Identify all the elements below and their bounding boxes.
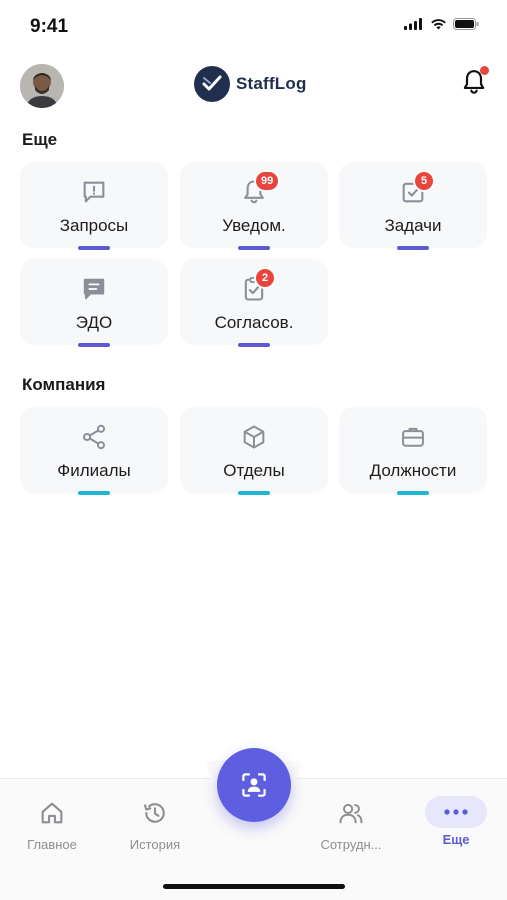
nav-label: Еще	[442, 832, 470, 847]
tile-positions[interactable]: Должности	[339, 407, 487, 495]
scan-face-button[interactable]	[217, 748, 291, 822]
tile-edo[interactable]: ЭДО	[20, 259, 168, 347]
tile-accent-bar	[238, 491, 270, 495]
nav-label: Сотрудн...	[320, 837, 382, 852]
tile-label: Запросы	[59, 216, 129, 235]
cellular-signal-icon	[404, 18, 422, 30]
tile-accent-bar	[78, 491, 110, 495]
tile-approvals[interactable]: 2 Согласов.	[180, 259, 328, 347]
notifications-count-badge: 99	[254, 170, 281, 192]
nav-item-employees[interactable]: Сотрудн...	[306, 799, 396, 852]
status-bar: 9:41	[0, 0, 507, 50]
nav-item-history[interactable]: История	[110, 799, 200, 852]
brand: StaffLog	[194, 66, 307, 102]
tile-label: Уведом.	[222, 216, 286, 235]
nav-item-home[interactable]: Главное	[7, 799, 97, 852]
status-time: 9:41	[30, 16, 69, 37]
brand-name: StaffLog	[236, 74, 307, 93]
history-clock-icon	[144, 803, 165, 823]
home-icon	[41, 802, 63, 824]
tile-branches[interactable]: Филиалы	[20, 407, 168, 495]
tile-accent-bar	[78, 343, 110, 347]
tile-label: Согласов.	[214, 313, 294, 332]
more-dots-icon	[444, 809, 468, 815]
message-lines-icon	[83, 278, 105, 300]
nav-label: Главное	[27, 837, 77, 852]
tile-label: Филиалы	[57, 461, 131, 480]
message-alert-icon	[83, 181, 105, 203]
nav-item-more[interactable]: Еще	[411, 796, 501, 847]
tile-label: Отделы	[223, 461, 285, 480]
active-nav-pill	[425, 796, 487, 828]
tile-accent-bar	[397, 491, 429, 495]
app-header: StaffLog	[0, 60, 507, 108]
users-icon	[339, 803, 363, 824]
cube-icon	[243, 425, 265, 449]
battery-icon	[453, 18, 479, 30]
tile-accent-bar	[78, 246, 110, 250]
tasks-count-badge: 5	[413, 170, 435, 192]
wifi-icon	[431, 19, 446, 30]
avatar[interactable]	[20, 64, 64, 108]
section-title-more: Еще	[22, 130, 58, 149]
tile-label: ЭДО	[75, 313, 113, 332]
tile-label: Задачи	[384, 216, 442, 235]
tile-label: Должности	[369, 461, 457, 480]
tile-accent-bar	[238, 246, 270, 250]
user-photo-icon	[20, 64, 64, 108]
status-icons	[404, 18, 479, 30]
approvals-count-badge: 2	[254, 267, 276, 289]
section-title-company: Компания	[22, 375, 106, 394]
home-indicator	[163, 884, 345, 889]
brand-logo-icon	[194, 66, 230, 102]
tile-tasks[interactable]: 5 Задачи	[339, 162, 487, 250]
nav-label: История	[129, 837, 181, 852]
tile-departments[interactable]: Отделы	[180, 407, 328, 495]
tile-notifications[interactable]: 99 Уведом.	[180, 162, 328, 250]
notification-dot	[480, 66, 489, 75]
share-nodes-icon	[82, 424, 106, 450]
tile-accent-bar	[397, 246, 429, 250]
notifications-button[interactable]	[461, 66, 489, 98]
tile-requests[interactable]: Запросы	[20, 162, 168, 250]
face-scan-icon	[242, 773, 266, 797]
briefcase-icon	[402, 427, 424, 447]
tile-accent-bar	[238, 343, 270, 347]
